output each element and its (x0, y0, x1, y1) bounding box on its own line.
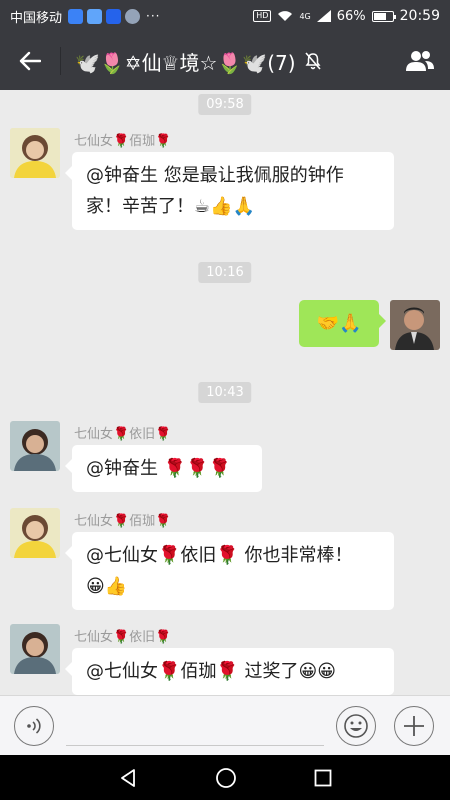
message-bubble[interactable]: @七仙女🌹依旧🌹 你也非常棒！ 😀👍 (65, 532, 394, 610)
timestamp: 09:58 (198, 94, 252, 115)
message-input[interactable] (66, 705, 324, 746)
my-message-bubble[interactable]: 🤝🙏 (299, 300, 386, 347)
avatar[interactable] (10, 624, 60, 674)
message-text: @钟奋生 🌹🌹🌹 (86, 458, 231, 479)
message-text: 您是最让我佩服的钟作 (158, 165, 344, 186)
chat-header: 🕊️🌷✡仙♕境☆🌷🕊️(7) (0, 32, 450, 90)
avatar[interactable] (10, 421, 60, 471)
message-bubble[interactable]: @钟奋生 🌹🌹🌹 (65, 445, 262, 492)
sender-name: 七仙女🌹佰珈🌹 (74, 134, 172, 149)
chat-message-list[interactable]: 09:58 七仙女🌹佰珈🌹 @钟奋生 您是最让我佩服的钟作 家！辛苦了！☕👍🙏 … (0, 90, 450, 695)
app-notification-icon (106, 8, 122, 24)
voice-icon (27, 717, 41, 734)
sender-name: 七仙女🌹佰珈🌹 (74, 514, 172, 529)
avatar[interactable] (10, 508, 60, 558)
avatar[interactable] (10, 128, 60, 178)
weather-icon (125, 8, 141, 24)
hd-icon: HD (253, 10, 272, 22)
system-navigation-bar (0, 755, 450, 800)
emoji-icon (344, 713, 368, 738)
clock: 20:59 (399, 8, 440, 24)
back-arrow-icon (19, 51, 41, 71)
network-type: 4G (299, 11, 311, 21)
mute-icon (304, 52, 322, 70)
my-avatar[interactable] (390, 300, 440, 350)
chat-title[interactable]: 🕊️🌷✡仙♕境☆🌷🕊️(7) (75, 47, 296, 76)
sender-name: 七仙女🌹依旧🌹 (74, 630, 172, 645)
chat-input-bar (0, 695, 450, 755)
battery-percent: 66% (336, 8, 366, 24)
group-members-button[interactable] (390, 32, 450, 90)
message-bubble[interactable]: @七仙女🌹佰珈🌹 过奖了😀😀 (65, 648, 394, 695)
more-notifications-icon: ··· (146, 9, 161, 23)
nav-back-icon[interactable] (118, 768, 138, 788)
battery-icon (371, 10, 396, 22)
nav-home-icon[interactable] (215, 767, 237, 789)
wifi-icon (278, 11, 293, 21)
mention[interactable]: @钟奋生 (86, 165, 158, 186)
header-divider (60, 47, 61, 75)
sender-name: 七仙女🌹依旧🌹 (74, 427, 172, 442)
carrier-name: 中国移动 (10, 10, 63, 26)
app-notification-icon (87, 8, 103, 24)
back-button[interactable] (0, 32, 60, 90)
message-text: 🤝🙏 (316, 313, 362, 334)
members-icon (406, 51, 434, 71)
emoji-button[interactable] (336, 705, 376, 746)
plus-icon (404, 715, 424, 736)
voice-button[interactable] (14, 705, 54, 746)
timestamp: 10:16 (198, 262, 252, 283)
message-text: @七仙女🌹佰珈🌹 过奖了😀😀 (86, 661, 337, 682)
nav-recents-icon[interactable] (314, 769, 332, 787)
message-text: 😀👍 (86, 576, 128, 597)
message-bubble[interactable]: @钟奋生 您是最让我佩服的钟作 家！辛苦了！☕👍🙏 (65, 152, 394, 230)
timestamp: 10:43 (198, 382, 252, 403)
status-bar: 中国移动 ··· HD 4G 66% 20:59 (0, 0, 450, 32)
signal-icon (316, 10, 331, 22)
more-actions-button[interactable] (394, 705, 434, 746)
message-text: 家！辛苦了！☕👍🙏 (86, 196, 255, 217)
app-notification-icon (68, 8, 84, 24)
message-text: @七仙女🌹依旧🌹 你也非常棒！ (86, 545, 353, 566)
